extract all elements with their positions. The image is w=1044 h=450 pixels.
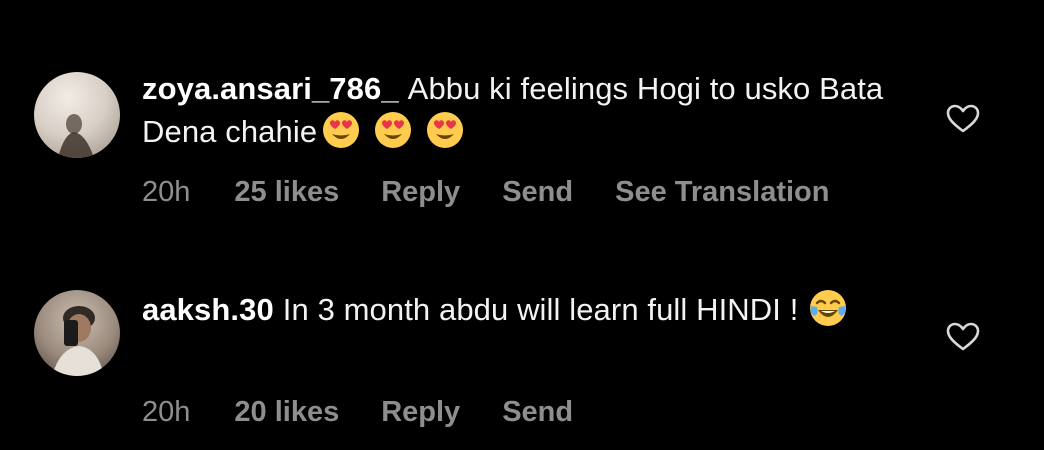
like-comment-button[interactable] [946,104,980,134]
comment-meta: 20h 20 likes Reply Send [142,396,615,429]
see-translation-button[interactable]: See Translation [615,176,829,209]
comment-text-block: aaksh.30 In 3 month abdu will learn full … [142,288,902,331]
heart-eyes-emoji [323,112,360,148]
comment-likes-count[interactable]: 20 likes [234,396,339,429]
avatar[interactable] [34,290,120,376]
comment-likes-count[interactable]: 25 likes [234,176,339,209]
heart-eyes-emoji [375,112,412,148]
comment-meta: 20h 25 likes Reply Send See Translation [142,176,871,209]
comment-timestamp: 20h [142,176,191,208]
comment-timestamp: 20h [142,396,191,428]
comment-body: zoya.ansari_786_ Abbu ki feelings Hogi to… [142,68,902,153]
avatar[interactable] [34,72,120,158]
comment-text: In 3 month abdu will learn full HINDI ! [282,292,799,327]
comments-list: zoya.ansari_786_ Abbu ki feelings Hogi to… [0,0,1044,450]
avatar-photo-icon [34,290,120,376]
heart-outline-icon [946,322,980,351]
comment-text-block: zoya.ansari_786_ Abbu ki feelings Hogi to… [142,68,902,153]
reply-button[interactable]: Reply [381,176,460,209]
comment-body: aaksh.30 In 3 month abdu will learn full … [142,288,902,331]
send-button[interactable]: Send [502,176,573,209]
like-comment-button[interactable] [946,322,980,352]
send-button[interactable]: Send [502,396,573,429]
comment-username[interactable]: aaksh.30 [142,292,274,327]
comment-username[interactable]: zoya.ansari_786_ [142,71,399,106]
avatar-photo-icon [34,72,120,158]
heart-outline-icon [946,104,980,133]
reply-button[interactable]: Reply [381,396,460,429]
heart-eyes-emoji [427,112,464,148]
tears-of-joy-emoji [810,290,847,326]
